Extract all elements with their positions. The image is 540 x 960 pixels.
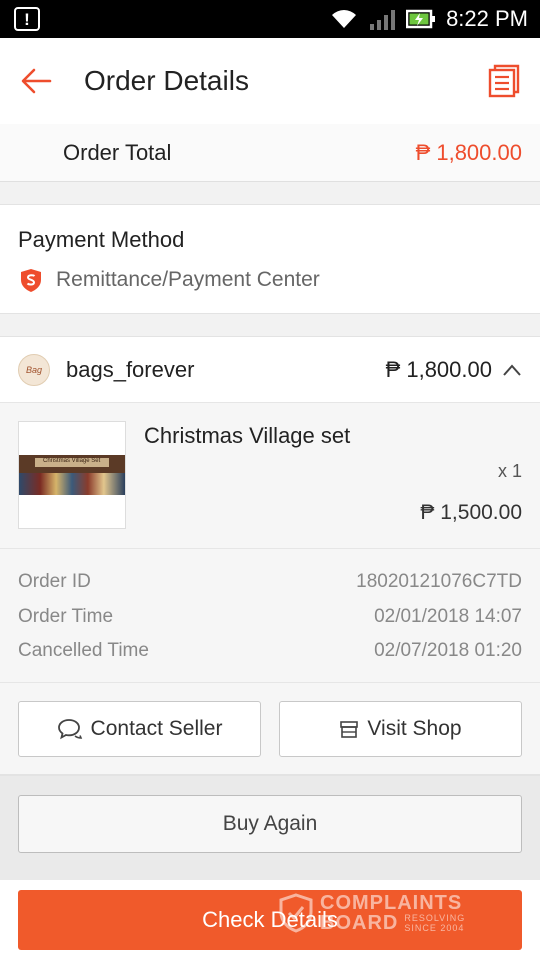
meta-value: 02/01/2018 14:07 xyxy=(374,605,522,627)
back-arrow-icon xyxy=(21,68,52,94)
chat-icon xyxy=(57,718,82,739)
meta-value: 02/07/2018 01:20 xyxy=(374,640,522,662)
shop-avatar: Bag xyxy=(18,353,50,386)
battery-charging-icon xyxy=(406,9,436,29)
meta-value: 18020121076C7TD xyxy=(356,571,522,593)
meta-label: Order ID xyxy=(18,571,91,593)
page-title: Order Details xyxy=(84,65,249,96)
bottom-bar: Check Details xyxy=(0,880,540,960)
buy-again-button[interactable]: Buy Again xyxy=(18,795,522,853)
product-name: Christmas Village set xyxy=(144,423,351,448)
meta-row-cancelled-time: Cancelled Time 02/07/2018 01:20 xyxy=(18,634,522,669)
shop-icon xyxy=(340,720,359,738)
payment-method-section: Payment Method Remittance/Payment Center xyxy=(0,204,540,314)
back-button[interactable] xyxy=(18,63,54,99)
order-meta: Order ID 18020121076C7TD Order Time 02/0… xyxy=(0,549,540,683)
meta-row-order-time: Order Time 02/01/2018 14:07 xyxy=(18,600,522,635)
product-thumbnail: Christmas Village Set xyxy=(18,421,126,529)
chevron-up-icon[interactable] xyxy=(502,363,522,377)
meta-label: Order Time xyxy=(18,605,114,627)
product-quantity: x 1 xyxy=(497,461,522,481)
product-price: ₱ 1,500.00 xyxy=(420,501,522,524)
meta-row-order-id: Order ID 18020121076C7TD xyxy=(18,565,522,600)
app-bar: Order Details xyxy=(0,38,540,124)
visit-shop-button[interactable]: Visit Shop xyxy=(279,700,522,757)
order-total-label: Order Total xyxy=(63,139,172,165)
contact-seller-button[interactable]: Contact Seller xyxy=(18,700,261,757)
receipt-button[interactable] xyxy=(486,63,522,99)
shop-name: bags_forever xyxy=(66,356,195,382)
payment-method-title: Payment Method xyxy=(18,227,185,252)
shield-s-icon xyxy=(21,269,41,292)
payment-method-value: Remittance/Payment Center xyxy=(56,268,320,291)
shop-header[interactable]: Bag bags_forever ₱ 1,800.00 xyxy=(0,337,540,403)
buy-again-section: Buy Again xyxy=(0,776,540,882)
receipt-icon xyxy=(488,64,520,98)
status-time: 8:22 PM xyxy=(446,6,528,31)
contact-seller-label: Contact Seller xyxy=(90,716,223,740)
shop-section: Bag bags_forever ₱ 1,800.00 Christmas Vi… xyxy=(0,336,540,776)
wifi-icon xyxy=(332,10,357,28)
cell-signal-icon xyxy=(370,10,396,30)
order-total-value: ₱ 1,800.00 xyxy=(415,139,522,165)
meta-label: Cancelled Time xyxy=(18,640,149,662)
shop-total: ₱ 1,800.00 xyxy=(385,356,492,382)
thumbnail-label: Christmas Village Set xyxy=(43,458,101,464)
check-details-button[interactable]: Check Details xyxy=(18,890,522,950)
notification-icon: ! xyxy=(14,7,40,31)
order-total-row: Order Total ₱ 1,800.00 xyxy=(0,124,540,182)
status-bar: ! 8:22 PM xyxy=(0,0,540,38)
product-item[interactable]: Christmas Village Set Christmas Village … xyxy=(0,403,540,549)
payment-method-row: Remittance/Payment Center xyxy=(18,267,522,293)
visit-shop-label: Visit Shop xyxy=(367,716,462,740)
shop-actions: Contact Seller Visit Shop xyxy=(0,683,540,775)
